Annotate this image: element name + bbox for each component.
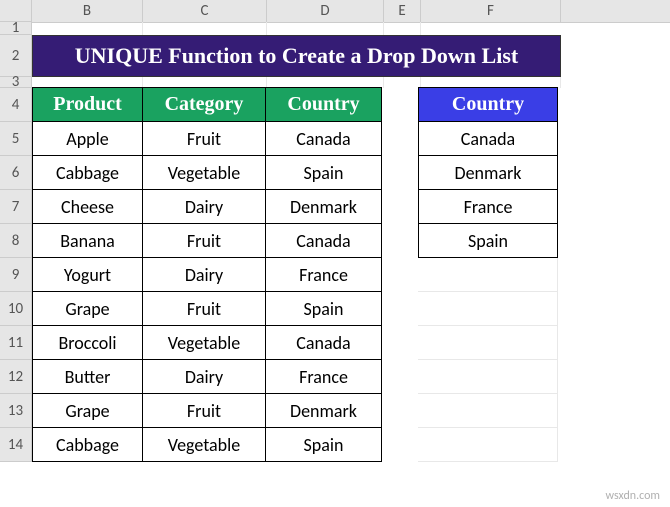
table-row[interactable]: Banana (32, 223, 143, 258)
col-header-E[interactable]: E (384, 0, 421, 22)
table-row[interactable]: Fruit (142, 393, 266, 428)
table-row[interactable]: Cheese (32, 189, 143, 224)
table-row[interactable]: Canada (265, 223, 382, 258)
cell-empty[interactable] (418, 258, 558, 292)
row-header-1[interactable]: 1 (0, 22, 32, 35)
table-row[interactable]: Denmark (265, 189, 382, 224)
cell-empty[interactable] (418, 394, 558, 428)
cell-empty[interactable] (418, 326, 558, 360)
table-row[interactable]: Butter (32, 359, 143, 394)
table-row[interactable]: Broccoli (32, 325, 143, 360)
table-row[interactable]: Fruit (142, 223, 266, 258)
unique-item[interactable]: Denmark (418, 155, 558, 190)
watermark: wsxdn.com (605, 489, 660, 503)
row-header-13[interactable]: 13 (0, 394, 32, 428)
table-row[interactable]: Grape (32, 393, 143, 428)
table-row[interactable]: Vegetable (142, 325, 266, 360)
row-header-7[interactable]: 7 (0, 190, 32, 224)
row-header-6[interactable]: 6 (0, 156, 32, 190)
table-row[interactable]: Dairy (142, 189, 266, 224)
page-title[interactable]: UNIQUE Function to Create a Drop Down Li… (32, 35, 561, 77)
row-header-10[interactable]: 10 (0, 292, 32, 326)
table-row[interactable]: Spain (265, 155, 382, 190)
row-header-14[interactable]: 14 (0, 428, 32, 462)
row-header-8[interactable]: 8 (0, 224, 32, 258)
cell-empty[interactable] (418, 292, 558, 326)
unique-item[interactable]: Spain (418, 223, 558, 258)
table-row[interactable]: Canada (265, 121, 382, 156)
table-row[interactable]: Canada (265, 325, 382, 360)
table-row[interactable]: France (265, 359, 382, 394)
cell-empty[interactable] (418, 360, 558, 394)
row-header-5[interactable]: 5 (0, 122, 32, 156)
row-header-4[interactable]: 4 (0, 88, 32, 122)
col-header-F[interactable]: F (421, 0, 561, 22)
cell-empty[interactable] (418, 428, 558, 462)
row-header-11[interactable]: 11 (0, 326, 32, 360)
header-category[interactable]: Category (142, 87, 266, 122)
table-row[interactable]: Vegetable (142, 155, 266, 190)
header-product[interactable]: Product (32, 87, 143, 122)
col-header-B[interactable]: B (32, 0, 143, 22)
row-header-2[interactable]: 2 (0, 35, 32, 77)
table-row[interactable]: Yogurt (32, 257, 143, 292)
table-row[interactable]: Dairy (142, 257, 266, 292)
table-row[interactable]: Denmark (265, 393, 382, 428)
row-header-3[interactable]: 3 (0, 77, 32, 88)
header-unique-country[interactable]: Country (418, 87, 558, 122)
table-row[interactable]: Spain (265, 427, 382, 462)
row-header-9[interactable]: 9 (0, 258, 32, 292)
table-row[interactable]: Spain (265, 291, 382, 326)
unique-item[interactable]: Canada (418, 121, 558, 156)
row-header-12[interactable]: 12 (0, 360, 32, 394)
table-row[interactable]: Vegetable (142, 427, 266, 462)
table-row[interactable]: Cabbage (32, 427, 143, 462)
col-header-C[interactable]: C (143, 0, 267, 22)
table-row[interactable]: Grape (32, 291, 143, 326)
table-row[interactable]: Cabbage (32, 155, 143, 190)
table-row[interactable]: Dairy (142, 359, 266, 394)
table-row[interactable]: Apple (32, 121, 143, 156)
col-header-D[interactable]: D (267, 0, 384, 22)
table-row[interactable]: Fruit (142, 121, 266, 156)
header-country[interactable]: Country (265, 87, 382, 122)
table-row[interactable]: Fruit (142, 291, 266, 326)
table-row[interactable]: France (265, 257, 382, 292)
unique-item[interactable]: France (418, 189, 558, 224)
